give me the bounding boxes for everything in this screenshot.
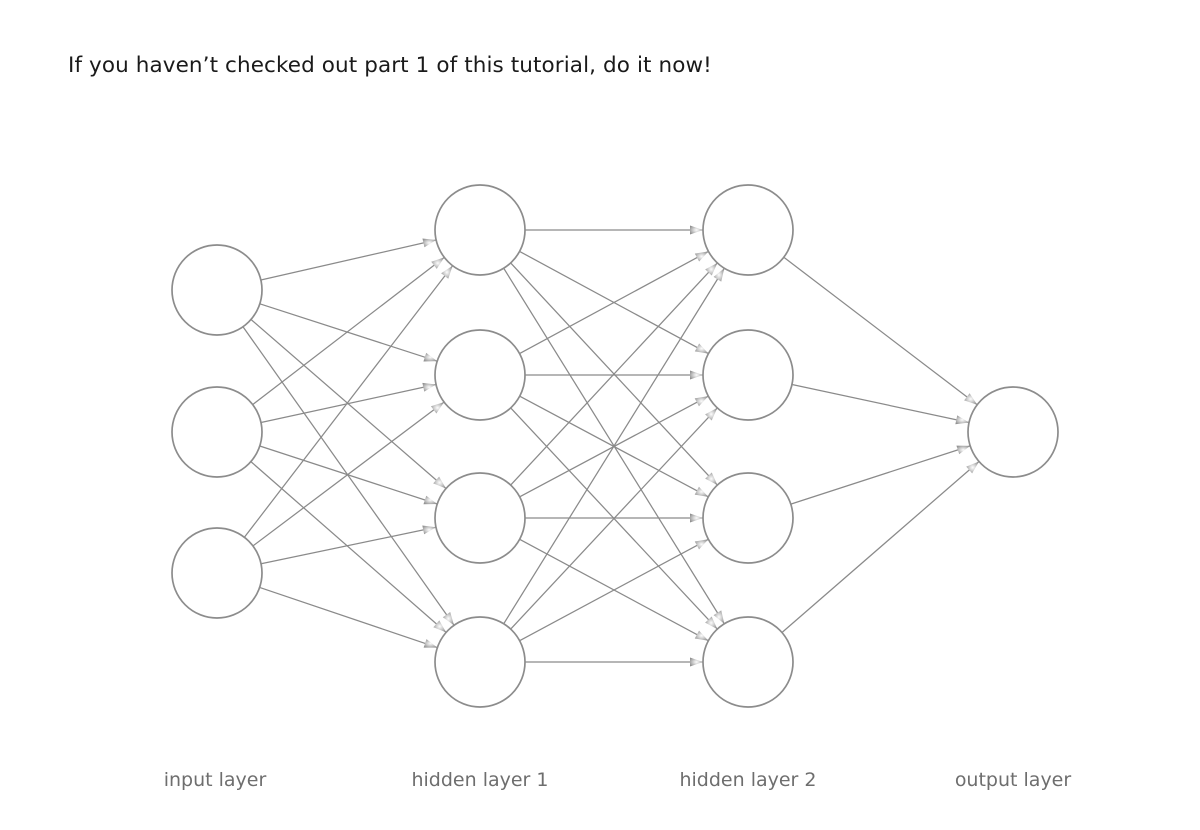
- arrowhead-icon: [955, 415, 970, 425]
- edges-group: [242, 229, 980, 663]
- arrowhead-icon: [694, 539, 709, 550]
- arrowhead-icon: [694, 343, 709, 354]
- arrowhead-icon: [422, 238, 437, 248]
- arrowhead-icon: [964, 393, 978, 405]
- arrowhead-icon: [694, 630, 709, 641]
- node-output-1[interactable]: [967, 386, 1059, 478]
- edge-input-0-to-hidden1-0: [260, 239, 437, 281]
- node-hidden1-3[interactable]: [434, 472, 526, 564]
- layer-label-input: input layer: [164, 769, 267, 791]
- arrowhead-icon: [694, 486, 709, 497]
- arrowhead-icon: [423, 495, 438, 505]
- node-hidden1-4[interactable]: [434, 616, 526, 708]
- arrowhead-icon: [690, 370, 703, 380]
- arrowhead-icon: [423, 352, 438, 362]
- node-hidden1-2[interactable]: [434, 329, 526, 421]
- arrowhead-icon: [956, 445, 971, 455]
- edge-input-2-to-hidden1-3: [259, 586, 438, 649]
- edge-input-1-to-hidden1-2: [259, 445, 438, 505]
- edge-input-2-to-hidden1-2: [260, 526, 437, 565]
- node-hidden2-4[interactable]: [702, 616, 794, 708]
- diagram-page: If you haven’t checked out part 1 of thi…: [0, 0, 1200, 830]
- arrowhead-icon: [690, 513, 703, 523]
- arrowhead-icon: [422, 382, 437, 392]
- edge-hidden2-1-to-output-0: [791, 383, 970, 424]
- arrowhead-icon: [713, 610, 725, 624]
- arrowhead-icon: [442, 612, 455, 626]
- arrowhead-icon: [694, 251, 709, 262]
- node-hidden2-2[interactable]: [702, 329, 794, 421]
- edge-hidden2-2-to-output-0: [790, 445, 971, 505]
- arrowheads-group: [422, 225, 980, 667]
- edge-input-0-to-hidden1-3: [242, 326, 455, 626]
- arrowhead-icon: [690, 657, 703, 667]
- arrowhead-icon: [441, 265, 453, 279]
- arrowhead-icon: [713, 268, 725, 282]
- layer-label-output: output layer: [955, 769, 1072, 791]
- edge-hidden2-0-to-output-0: [783, 256, 978, 406]
- node-input-2[interactable]: [171, 386, 263, 478]
- arrowhead-icon: [694, 396, 709, 407]
- node-hidden2-3[interactable]: [702, 472, 794, 564]
- node-hidden1-1[interactable]: [434, 184, 526, 276]
- edge-input-2-to-hidden1-0: [243, 265, 454, 538]
- edge-input-2-to-hidden1-1: [252, 401, 445, 547]
- layer-label-hidden2: hidden layer 2: [679, 769, 816, 791]
- edge-input-0-to-hidden1-1: [259, 303, 438, 362]
- neural-network-diagram: input layer hidden layer 1 hidden layer 2 o…: [164, 184, 1072, 791]
- node-input-1[interactable]: [171, 244, 263, 336]
- arrowhead-icon: [423, 639, 438, 648]
- layer-labels-group: input layer hidden layer 1 hidden layer 2 o…: [164, 769, 1072, 791]
- arrowhead-icon: [690, 225, 703, 235]
- edge-input-1-to-hidden1-0: [252, 256, 445, 406]
- node-hidden2-1[interactable]: [702, 184, 794, 276]
- arrowhead-icon: [422, 525, 436, 535]
- layer-label-hidden1: hidden layer 1: [411, 769, 548, 791]
- edge-hidden2-3-to-output-0: [781, 461, 980, 633]
- edge-input-1-to-hidden1-3: [250, 461, 447, 633]
- node-input-3[interactable]: [171, 527, 263, 619]
- arrowhead-icon: [430, 402, 445, 414]
- arrowhead-icon: [431, 257, 445, 269]
